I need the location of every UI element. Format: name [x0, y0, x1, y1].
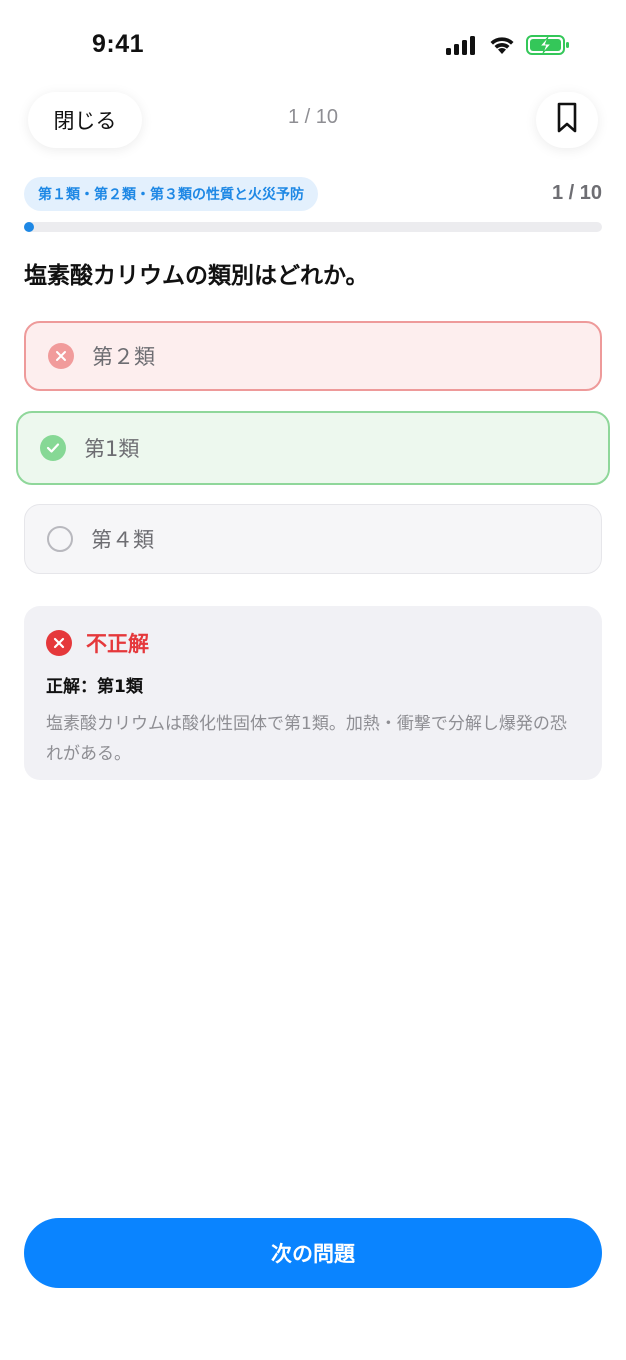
option-label: 第1類	[84, 437, 140, 461]
option-neutral[interactable]: 第４類	[24, 504, 602, 574]
wifi-icon	[488, 35, 516, 59]
option-label: 第４類	[91, 528, 154, 552]
bookmark-button[interactable]	[536, 92, 598, 148]
correct-answer: 正解：第1類	[46, 677, 143, 697]
result-header: 不正解	[46, 628, 580, 658]
progress-bar	[24, 222, 602, 232]
progress-count: 1 / 10	[551, 182, 602, 204]
incorrect-icon	[46, 630, 72, 656]
close-circle-icon	[48, 343, 74, 369]
check-circle-icon	[40, 435, 66, 461]
next-question-button[interactable]: 次の問題	[24, 1218, 602, 1288]
progress-fill	[24, 222, 34, 232]
signal-icon	[446, 35, 478, 59]
option-label: 第２類	[92, 345, 155, 369]
explanation-text: 塩素酸カリウムは酸化性固体で第1類。加熱・衝撃で分解し爆発の恐れがある。	[46, 714, 567, 764]
question-text: 塩素酸カリウムの類別はどれか。	[24, 263, 369, 289]
question-counter: 1 / 10	[287, 106, 339, 128]
result-title: 不正解	[86, 632, 149, 656]
option-wrong[interactable]: 第２類	[24, 321, 602, 391]
category-badge: 第１類・第２類・第３類の性質と火災予防	[24, 177, 318, 211]
status-time: 9:41	[92, 30, 145, 58]
battery-charging-icon	[526, 34, 570, 60]
status-icons	[446, 34, 570, 60]
radio-empty-icon	[47, 526, 73, 552]
result-card: 不正解 正解：第1類 塩素酸カリウムは酸化性固体で第1類。加熱・衝撃で分解し爆発…	[24, 606, 602, 780]
option-correct[interactable]: 第1類	[16, 411, 610, 485]
bookmark-icon	[556, 102, 578, 138]
